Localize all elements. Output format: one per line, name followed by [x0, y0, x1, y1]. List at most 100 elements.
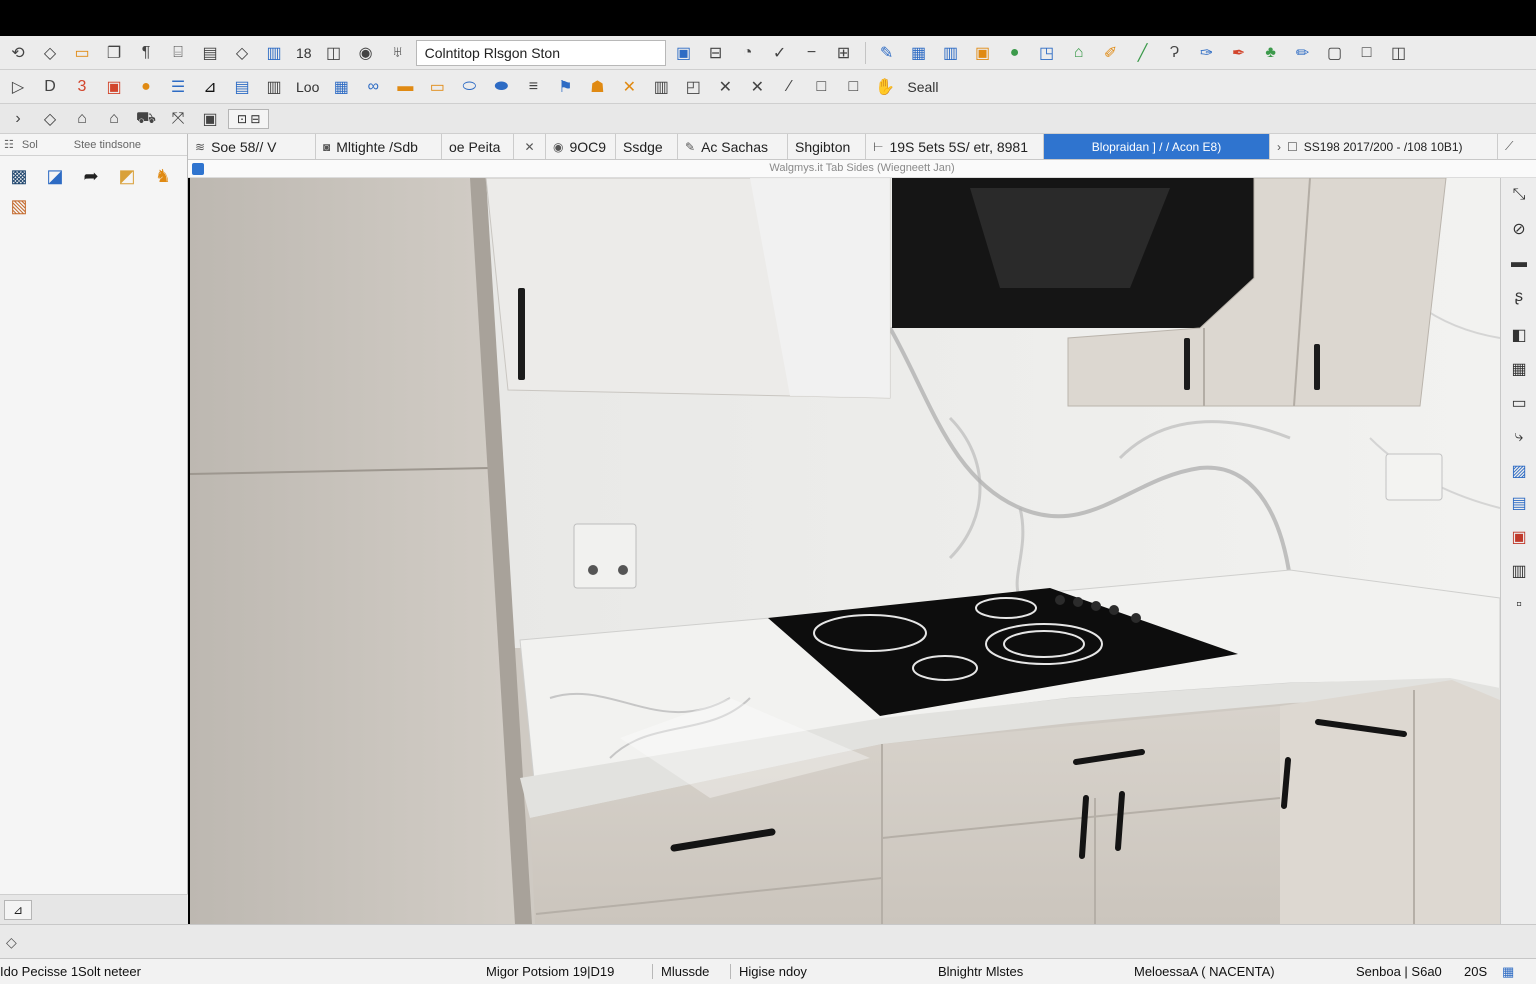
arrow-icon[interactable]: ▷	[4, 74, 32, 100]
tag-icon[interactable]: ⬭	[455, 74, 483, 100]
calendar-icon[interactable]: ▥	[1506, 558, 1532, 584]
folder-icon[interactable]: ▭	[68, 40, 96, 66]
library-item-arrow-icon[interactable]: ➦	[76, 162, 106, 190]
library-item-blueprint-icon[interactable]: ◪	[40, 162, 70, 190]
frame-tool-icon[interactable]: ▭	[1506, 390, 1532, 416]
hanger-icon[interactable]: ʂ	[1506, 284, 1532, 310]
flag-icon[interactable]: ⚑	[551, 74, 579, 100]
text-tool-label[interactable]: Loo	[292, 79, 323, 95]
tape-icon[interactable]: ✏	[1289, 40, 1317, 66]
gallery-icon[interactable]: ▤	[1506, 490, 1532, 516]
brush-icon[interactable]: ╱	[1129, 40, 1157, 66]
collapse-icon[interactable]: ⤡	[1506, 182, 1532, 208]
doc-icon[interactable]: ▤	[228, 74, 256, 100]
measure-tool-icon[interactable]: ⊘	[1506, 216, 1532, 242]
image-tool-icon[interactable]: ▨	[1506, 458, 1532, 484]
status-material[interactable]: MeloessaA ( NACENTA)	[1134, 964, 1275, 979]
tab-8[interactable]: ⊢ 19S 5ets 5S/ etr, 8981	[866, 134, 1044, 159]
bin-icon[interactable]: ▥	[647, 74, 675, 100]
square-icon[interactable]: □	[1353, 40, 1381, 66]
copy-icon[interactable]: ❐	[100, 40, 128, 66]
tab-close-button[interactable]: ✕	[514, 134, 546, 159]
home-icon[interactable]: ⌂	[68, 106, 96, 132]
building-icon[interactable]: ⌂	[1065, 40, 1093, 66]
diamond-icon[interactable]: ◇	[36, 40, 64, 66]
eye-icon[interactable]: ◉	[352, 40, 380, 66]
page-view-icon[interactable]: ▣	[196, 106, 224, 132]
rectangle-alt-icon[interactable]: □	[839, 74, 867, 100]
tab-7[interactable]: Shgibton	[788, 134, 866, 159]
bookmark-icon[interactable]: ◧	[1506, 322, 1532, 348]
command-line[interactable]: ◇	[0, 924, 1536, 958]
d-shape-icon[interactable]: D	[36, 74, 64, 100]
monitor-icon[interactable]: ▣	[100, 74, 128, 100]
view-toggle-button[interactable]: ⊡ ⊟	[228, 108, 270, 129]
tray-icon[interactable]: ⊟	[702, 40, 730, 66]
fit-icon[interactable]: ⤧	[164, 106, 192, 132]
chevron-right-icon[interactable]: ›	[4, 106, 32, 132]
3d-viewport[interactable]	[190, 178, 1500, 924]
zoom-value[interactable]: 18	[292, 45, 316, 61]
status-mode[interactable]: Mlussde	[652, 964, 709, 979]
library-item-texture-icon[interactable]: ▧	[4, 192, 34, 220]
tree-icon[interactable]: ♣	[1257, 40, 1285, 66]
table-icon[interactable]: ▤	[196, 40, 224, 66]
measure-icon[interactable]: ⊿	[196, 74, 224, 100]
library-options-button[interactable]: ⊿	[4, 899, 33, 920]
search-tool-label[interactable]: Seall	[903, 79, 942, 95]
material-search-input[interactable]: Colntitop Rlsgon Ston	[415, 39, 666, 66]
minus-icon[interactable]: −	[798, 40, 826, 66]
render-icon[interactable]: ▣	[1506, 524, 1532, 550]
pencil-icon[interactable]: ✎	[873, 40, 901, 66]
layers-icon[interactable]: ▦	[905, 40, 933, 66]
rotate-icon[interactable]: ⟲	[4, 40, 32, 66]
tab-3[interactable]: oe Peita	[442, 134, 514, 159]
library-grid-icon[interactable]: ☷	[4, 138, 14, 151]
house-view-icon[interactable]: ⌂	[100, 106, 128, 132]
hand-icon[interactable]: ✋	[871, 74, 899, 100]
notes-icon[interactable]: ▥	[260, 74, 288, 100]
stamp-icon[interactable]: ▫	[1506, 592, 1532, 618]
tab-overflow-button[interactable]: ⟋	[1498, 134, 1536, 159]
diagonal-icon[interactable]: ∕	[775, 74, 803, 100]
library-item-bird-icon[interactable]: ♞	[148, 162, 178, 190]
link-icon[interactable]: ∞	[359, 74, 387, 100]
pen-icon[interactable]: ✐	[1097, 40, 1125, 66]
status-position[interactable]: Migor Potsiom 19|D19	[486, 964, 614, 979]
monitor-tool-icon[interactable]: ▬	[1506, 250, 1532, 276]
status-grid-icon[interactable]: ▦	[1502, 964, 1514, 980]
status-lighting[interactable]: Blnightr Mlstes	[938, 964, 1023, 979]
grid-icon[interactable]: ⊞	[830, 40, 858, 66]
grid-blue-icon[interactable]: ▦	[327, 74, 355, 100]
library-item-photo-icon[interactable]: ▩	[4, 162, 34, 190]
close-x-icon[interactable]: ✕	[711, 74, 739, 100]
shape-icon[interactable]: ◇	[228, 40, 256, 66]
curve-icon[interactable]: ⤷	[1506, 424, 1532, 450]
tab-6[interactable]: ✎ Ac Sachas	[678, 134, 788, 159]
tab-1[interactable]: ≋ Soe 58// V	[188, 134, 316, 159]
check-icon[interactable]: ✓	[766, 40, 794, 66]
cross-icon[interactable]: ✕	[743, 74, 771, 100]
stack-icon[interactable]: ≡	[519, 74, 547, 100]
timer-icon[interactable]: ◔	[734, 40, 762, 66]
checkbox-icon[interactable]: ☐	[1287, 140, 1298, 154]
panel-icon[interactable]: ▦	[1506, 356, 1532, 382]
tab-5[interactable]: Ssdge	[616, 134, 678, 159]
list-icon[interactable]: ☰	[164, 74, 192, 100]
page-icon[interactable]: ◫	[320, 40, 348, 66]
car-icon[interactable]: ⛟	[132, 106, 160, 132]
circle-icon[interactable]: ●	[132, 74, 160, 100]
number-three-icon[interactable]: 3	[68, 74, 96, 100]
folder-blue-icon[interactable]: ▬	[391, 74, 419, 100]
box-outline-icon[interactable]: ▢	[1321, 40, 1349, 66]
cup-icon[interactable]: ♅	[384, 40, 412, 66]
ruler-icon[interactable]: ⬬	[487, 74, 515, 100]
tab-2[interactable]: ◙ Mltighte /Sdb	[316, 134, 442, 159]
status-snap[interactable]: Higise ndoy	[730, 964, 807, 979]
rectangle-icon[interactable]: □	[807, 74, 835, 100]
columns-icon[interactable]: ▥	[937, 40, 965, 66]
box-icon[interactable]: ▣	[969, 40, 997, 66]
paint-bucket-icon[interactable]: ☗	[583, 74, 611, 100]
status-scene[interactable]: Senboa | S6a0	[1356, 964, 1442, 979]
save-icon[interactable]: ▣	[670, 40, 698, 66]
